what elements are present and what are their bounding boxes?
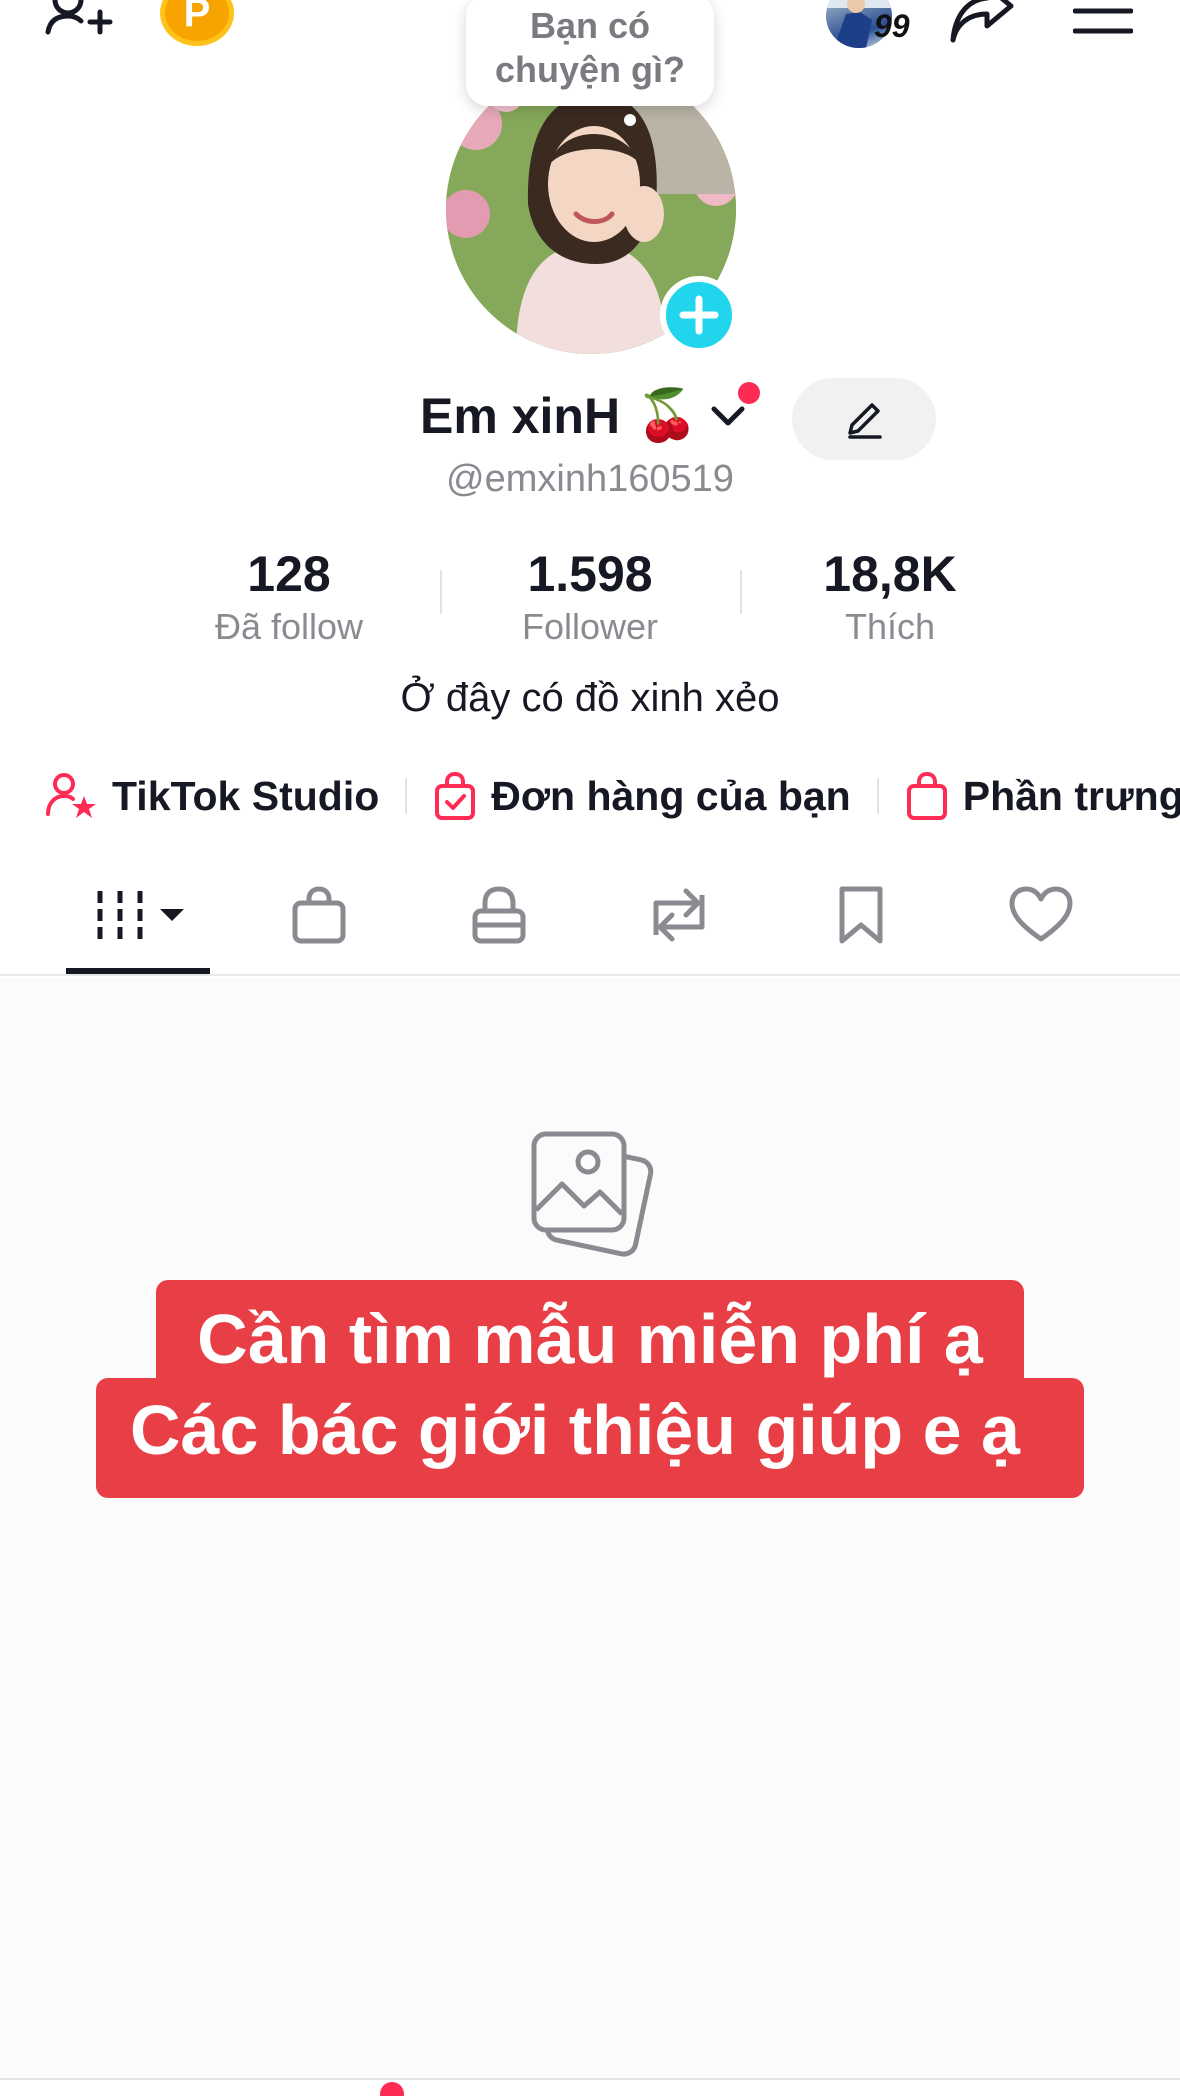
heart-icon bbox=[1009, 886, 1073, 942]
hamburger-menu-icon bbox=[1073, 8, 1133, 34]
profile-tab-bar bbox=[0, 860, 1180, 976]
tab-saved[interactable] bbox=[816, 880, 906, 950]
username-handle: @emxinh160519 bbox=[446, 458, 734, 500]
plus-icon bbox=[679, 295, 719, 335]
bottom-nav-divider bbox=[0, 2078, 1180, 2080]
caption-banner-line2: Các bác giới thiệu giúp e ạ bbox=[96, 1378, 1084, 1498]
add-story-button[interactable] bbox=[660, 276, 738, 354]
notification-dot bbox=[738, 382, 760, 404]
tiktok-studio-label: TikTok Studio bbox=[112, 772, 380, 819]
showcase-label: Phần trưng bbox=[962, 772, 1180, 819]
tab-liked[interactable] bbox=[996, 880, 1086, 950]
stat-followers[interactable]: 1.598 Follower bbox=[440, 544, 740, 650]
tab-videos[interactable] bbox=[92, 880, 192, 950]
display-name-text: Em xinH bbox=[420, 387, 621, 444]
bookmark-icon bbox=[839, 886, 883, 944]
tab-private[interactable] bbox=[454, 880, 544, 950]
shopping-bag-icon bbox=[906, 772, 947, 820]
tiktok-studio-link[interactable]: TikTok Studio bbox=[46, 772, 379, 820]
person-star-icon bbox=[46, 773, 96, 818]
chevron-down-icon[interactable] bbox=[708, 401, 748, 431]
share-arrow-icon bbox=[950, 0, 1014, 43]
link-divider bbox=[405, 778, 408, 814]
pencil-icon bbox=[848, 403, 882, 439]
add-person-icon bbox=[45, 0, 113, 35]
stat-label: Follower bbox=[521, 606, 659, 647]
stat-value: 18,8K bbox=[823, 546, 957, 602]
orders-link[interactable]: Đơn hàng của bạn bbox=[433, 772, 851, 820]
menu-button[interactable] bbox=[1070, 0, 1136, 44]
tab-shop[interactable] bbox=[274, 880, 364, 950]
shop-bag-icon bbox=[292, 886, 346, 944]
active-tab-indicator bbox=[66, 968, 210, 974]
note-bubble[interactable]: Bạn có chuyện gì? bbox=[466, 0, 714, 106]
lock-icon bbox=[472, 886, 526, 944]
stat-value: 1.598 bbox=[527, 546, 653, 602]
bag-check-icon bbox=[435, 772, 476, 820]
add-friend-button[interactable] bbox=[40, 0, 120, 50]
note-bubble-line1: Bạn có bbox=[529, 5, 651, 46]
stat-following[interactable]: 128 Đã follow bbox=[139, 544, 439, 650]
showcase-link[interactable]: Phần trưng bbox=[905, 772, 1180, 820]
share-button[interactable] bbox=[944, 0, 1020, 50]
stat-label: Thích bbox=[844, 606, 936, 647]
quick-links: TikTok Studio Đơn hàng của bạn Phần trưn… bbox=[46, 766, 1180, 826]
stat-value: 128 bbox=[247, 546, 331, 602]
empty-photo-icon bbox=[528, 1130, 654, 1258]
profile-bio: Ở đây có đồ xinh xẻo bbox=[400, 676, 780, 720]
note-bubble-line2: chuyện gì? bbox=[494, 49, 686, 90]
friend-count: 99 bbox=[874, 8, 910, 44]
stat-label: Đã follow bbox=[214, 606, 364, 647]
stat-likes[interactable]: 18,8K Thích bbox=[740, 544, 1040, 650]
display-name[interactable]: Em xinH 🍒 bbox=[420, 386, 748, 445]
repost-icon bbox=[653, 888, 705, 942]
videos-grid-icon bbox=[97, 891, 184, 939]
orders-label: Đơn hàng của bạn bbox=[491, 772, 851, 819]
link-divider bbox=[876, 778, 879, 814]
bottom-nav-notification-dot bbox=[380, 2082, 404, 2096]
edit-profile-button[interactable] bbox=[792, 378, 936, 460]
points-badge[interactable]: P bbox=[160, 0, 234, 46]
cherry-emoji: 🍒 bbox=[636, 386, 699, 444]
tab-reposts[interactable] bbox=[634, 880, 724, 950]
